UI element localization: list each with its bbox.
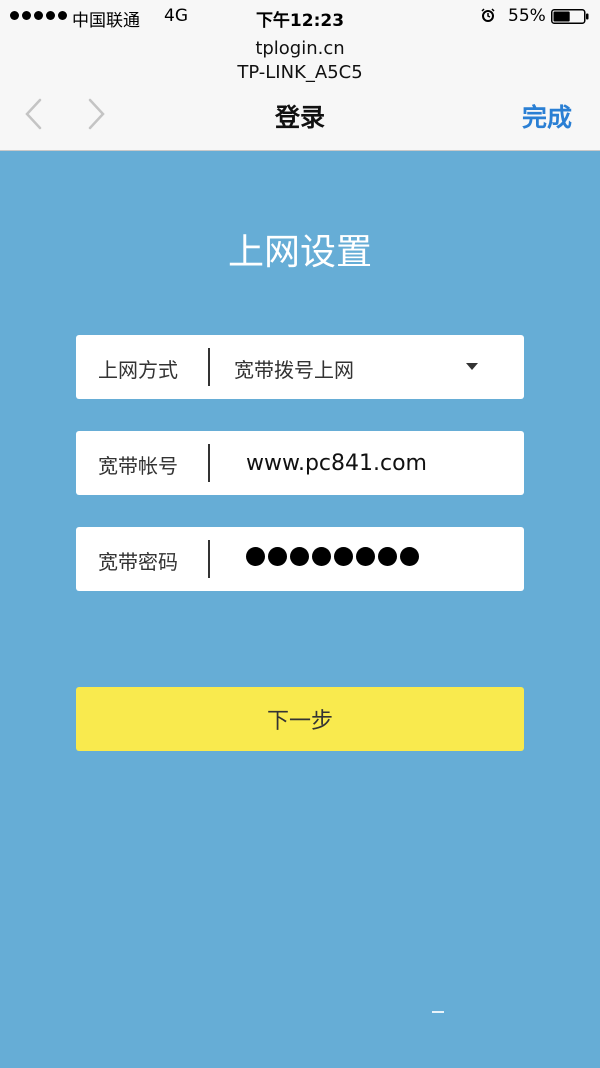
password-dot <box>334 547 353 566</box>
field-label: 上网方式 <box>98 358 178 382</box>
decorative-mark <box>432 1011 444 1013</box>
battery-percentage: 55% <box>508 6 546 26</box>
browser-header: tplogin.cn TP-LINK_A5C5 登录 完成 <box>0 34 600 151</box>
page-heading: 登录 <box>274 103 325 132</box>
section-title: 上网设置 <box>227 232 372 273</box>
main-content: 上网设置 上网方式 宽带拨号上网 宽带帐号 宽带密码 下一步 <box>0 151 600 1068</box>
password-dot <box>268 547 287 566</box>
battery-icon <box>551 9 589 24</box>
password-dot <box>400 547 419 566</box>
broadband-password-input[interactable] <box>246 547 419 566</box>
password-dot <box>312 547 331 566</box>
password-dot <box>378 547 397 566</box>
status-bar: 中国联通 4G 下午12:23 55% <box>0 0 600 34</box>
password-dot <box>290 547 309 566</box>
field-divider <box>208 444 210 482</box>
password-dot <box>246 547 265 566</box>
alarm-clock-icon <box>481 8 495 22</box>
password-dot <box>356 547 375 566</box>
field-label: 宽带密码 <box>98 550 178 574</box>
broadband-account-field[interactable]: 宽带帐号 <box>76 431 524 495</box>
field-label: 宽带帐号 <box>98 454 178 478</box>
url-host[interactable]: tplogin.cn <box>0 38 600 59</box>
page-title: TP-LINK_A5C5 <box>237 62 363 83</box>
field-divider <box>208 348 210 386</box>
next-step-button[interactable]: 下一步 <box>76 687 524 751</box>
broadband-password-field[interactable]: 宽带密码 <box>76 527 524 591</box>
broadband-account-input[interactable] <box>246 443 506 483</box>
field-divider <box>208 540 210 578</box>
connection-type-select[interactable]: 上网方式 宽带拨号上网 <box>76 335 524 399</box>
caret-down-icon[interactable] <box>466 363 478 370</box>
done-button[interactable]: 完成 <box>522 98 572 134</box>
connection-type-value: 宽带拨号上网 <box>234 358 354 382</box>
